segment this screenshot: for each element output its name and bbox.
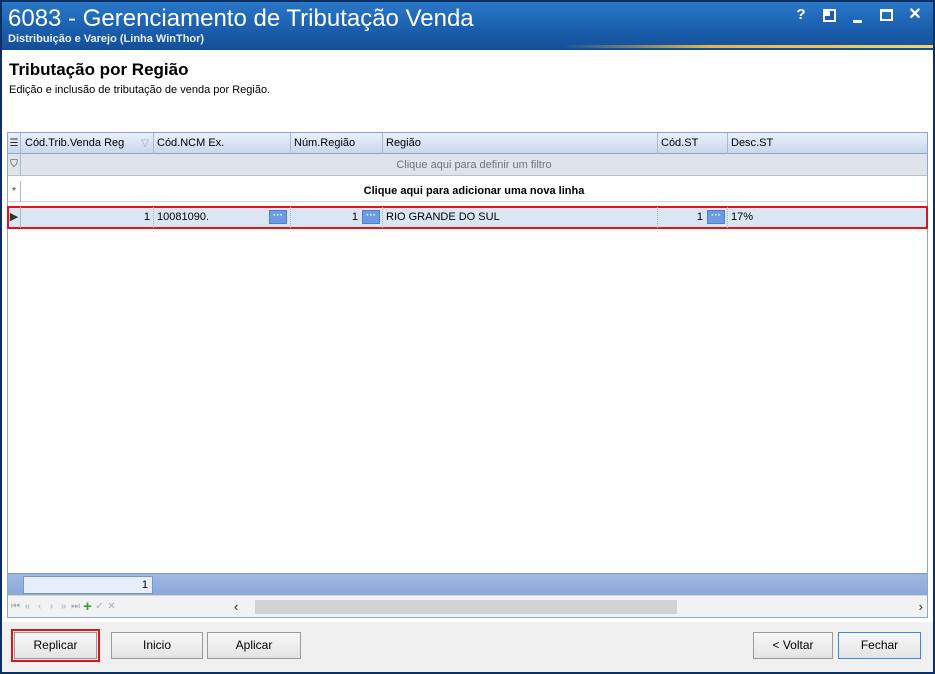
scroll-left-icon[interactable]: ‹ bbox=[234, 599, 238, 614]
data-grid: ☰ Cód.Trib.Venda Reg ▽ Cód.NCM Ex. Núm.R… bbox=[7, 132, 928, 618]
fechar-button[interactable]: Fechar bbox=[838, 632, 921, 659]
ncm-lookup-button[interactable]: ··· bbox=[269, 210, 287, 224]
window-title: 6083 - Gerenciamento de Tributação Venda bbox=[8, 5, 474, 32]
cell-ncm-value: 10081090. bbox=[157, 211, 209, 223]
next-record-icon[interactable]: › bbox=[47, 599, 56, 615]
title-accent-line bbox=[562, 45, 933, 48]
new-row[interactable]: * Clique aqui para adicionar uma nova li… bbox=[8, 181, 927, 202]
cod-st-lookup-button[interactable]: ··· bbox=[707, 210, 725, 224]
voltar-button[interactable]: < Voltar bbox=[753, 632, 833, 659]
cell-cod-st[interactable]: 1 ··· bbox=[658, 207, 728, 228]
prev-record-icon[interactable]: ‹ bbox=[35, 599, 44, 615]
window-controls: ? ✕ bbox=[793, 6, 923, 24]
cancel-record-icon[interactable]: ✕ bbox=[107, 599, 116, 615]
new-row-text[interactable]: Clique aqui para adicionar uma nova linh… bbox=[21, 181, 927, 202]
filter-funnel-icon[interactable]: ▽ bbox=[141, 133, 149, 154]
cell-regiao[interactable]: RIO GRANDE DO SUL bbox=[383, 207, 658, 228]
navigator-buttons: ⏮ « ‹ › » ⏭ + ✓ ✕ bbox=[11, 599, 116, 615]
minimize-button[interactable] bbox=[850, 6, 866, 24]
page-description: Edição e inclusão de tributação de venda… bbox=[9, 84, 271, 96]
restore-button[interactable] bbox=[823, 9, 836, 22]
column-header-ncm[interactable]: Cód.NCM Ex. bbox=[154, 133, 291, 154]
grid-navigator: ⏮ « ‹ › » ⏭ + ✓ ✕ ‹ › bbox=[8, 595, 927, 617]
cell-desc-st[interactable]: 17% bbox=[728, 207, 927, 228]
inicio-button[interactable]: Inicio bbox=[111, 632, 203, 659]
replicar-button[interactable]: Replicar bbox=[11, 629, 100, 662]
filter-row-text[interactable]: Clique aqui para definir um filtro bbox=[21, 154, 927, 176]
maximize-button[interactable] bbox=[880, 9, 893, 21]
column-header-cod-trib[interactable]: Cód.Trib.Venda Reg ▽ bbox=[22, 133, 154, 154]
table-row[interactable]: ▶ 1 10081090. ··· 1 ··· RIO GRANDE DO SU… bbox=[7, 206, 928, 229]
cell-cod-trib[interactable]: 1 bbox=[22, 207, 154, 228]
aplicar-button[interactable]: Aplicar bbox=[207, 632, 301, 659]
column-header-desc-st[interactable]: Desc.ST bbox=[728, 133, 927, 154]
column-header-cod-st[interactable]: Cód.ST bbox=[658, 133, 728, 154]
cell-num-regiao[interactable]: 1 ··· bbox=[291, 207, 383, 228]
first-page-icon[interactable]: ⏮ bbox=[11, 599, 20, 615]
cell-ncm[interactable]: 10081090. ··· bbox=[154, 207, 291, 228]
filter-icon: ⛉ bbox=[8, 154, 21, 176]
next-page-icon[interactable]: » bbox=[59, 599, 68, 615]
page-header: Tributação por Região Edição e inclusão … bbox=[2, 50, 933, 132]
footer-total: 1 bbox=[23, 576, 153, 594]
row-indicator-icon: ▶ bbox=[8, 207, 21, 228]
horizontal-scrollbar-thumb[interactable] bbox=[255, 600, 677, 614]
app-window: 6083 - Gerenciamento de Tributação Venda… bbox=[0, 0, 935, 674]
column-label: Cód.Trib.Venda Reg bbox=[25, 137, 125, 149]
cell-cod-st-value: 1 bbox=[696, 211, 703, 223]
window-subtitle: Distribuição e Varejo (Linha WinThor) bbox=[8, 33, 205, 45]
grid-summary-footer: 1 bbox=[8, 573, 927, 595]
cell-num-regiao-value: 1 bbox=[351, 211, 358, 223]
scroll-right-icon[interactable]: › bbox=[919, 599, 923, 614]
page-title: Tributação por Região bbox=[9, 60, 189, 79]
column-header-num-regiao[interactable]: Núm.Região bbox=[291, 133, 383, 154]
grid-header: ☰ Cód.Trib.Venda Reg ▽ Cód.NCM Ex. Núm.R… bbox=[8, 133, 927, 154]
column-chooser-icon[interactable]: ☰ bbox=[8, 133, 21, 154]
title-bar: 6083 - Gerenciamento de Tributação Venda… bbox=[2, 2, 933, 50]
prev-page-icon[interactable]: « bbox=[23, 599, 32, 615]
close-button[interactable]: ✕ bbox=[907, 6, 923, 24]
regiao-lookup-button[interactable]: ··· bbox=[362, 210, 380, 224]
filter-row[interactable]: ⛉ Clique aqui para definir um filtro bbox=[8, 154, 927, 176]
help-button[interactable]: ? bbox=[793, 6, 809, 24]
confirm-record-icon[interactable]: ✓ bbox=[95, 599, 104, 615]
new-row-asterisk-icon: * bbox=[8, 181, 21, 202]
add-record-icon[interactable]: + bbox=[83, 599, 92, 615]
column-header-regiao[interactable]: Região bbox=[383, 133, 658, 154]
bottom-button-bar: Replicar Inicio Aplicar < Voltar Fechar bbox=[2, 622, 933, 672]
last-page-icon[interactable]: ⏭ bbox=[71, 599, 80, 615]
